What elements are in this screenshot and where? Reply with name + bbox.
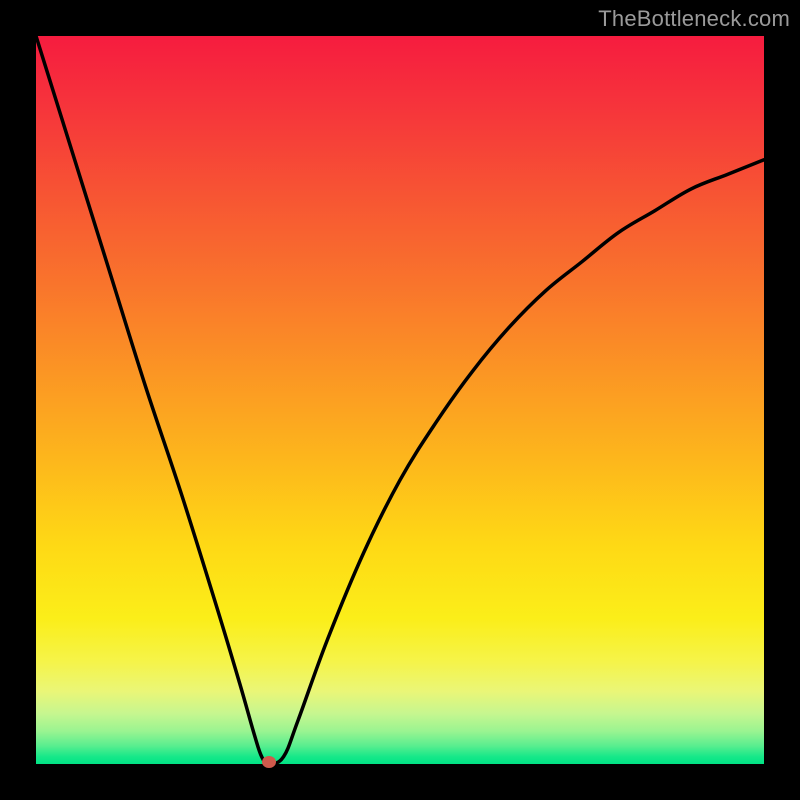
bottleneck-curve — [36, 36, 764, 764]
plot-area — [36, 36, 764, 764]
watermark-label: TheBottleneck.com — [598, 6, 790, 32]
chart-frame: TheBottleneck.com — [0, 0, 800, 800]
minimum-marker — [262, 756, 276, 768]
